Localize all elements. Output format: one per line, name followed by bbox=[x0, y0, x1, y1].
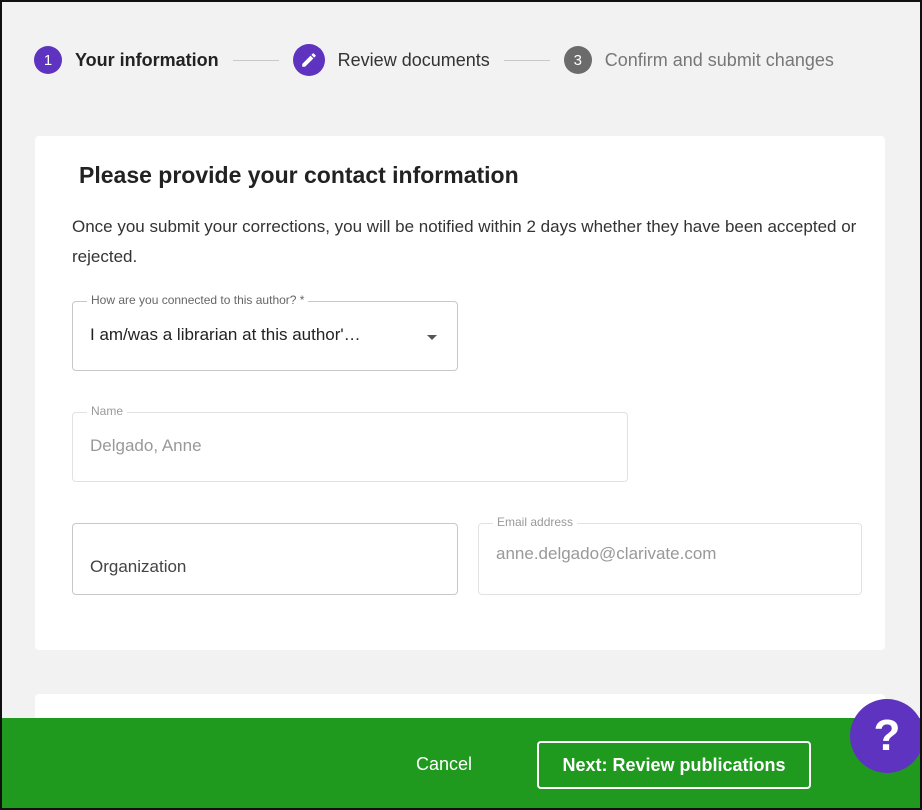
pencil-icon bbox=[292, 44, 325, 76]
help-button[interactable]: ? bbox=[850, 699, 920, 773]
card-description: Once you submit your corrections, you wi… bbox=[72, 217, 857, 266]
connection-select[interactable]: How are you connected to this author? * … bbox=[72, 293, 458, 371]
email-field-value: anne.delgado@clarivate.com bbox=[496, 544, 717, 563]
next-review-publications-button[interactable]: Next: Review publications bbox=[537, 741, 811, 789]
connection-select-label: How are you connected to this author? * bbox=[87, 293, 309, 307]
cancel-button[interactable]: Cancel bbox=[416, 754, 472, 775]
email-field[interactable]: Email address anne.delgado@clarivate.com bbox=[478, 515, 862, 595]
progress-stepper: 1 Your information Review documents 3 Co… bbox=[34, 42, 834, 78]
name-field-label: Name bbox=[87, 404, 128, 418]
step-connector bbox=[232, 59, 279, 61]
dropdown-arrow-icon bbox=[427, 335, 437, 340]
step-2-label: Review documents bbox=[337, 49, 490, 70]
step-3-label: Confirm and submit changes bbox=[604, 49, 834, 70]
name-field-value: Delgado, Anne bbox=[90, 436, 202, 455]
step-connector bbox=[503, 59, 550, 61]
organization-field[interactable]: Organization bbox=[72, 523, 458, 595]
page-frame: 1 Your information Review documents 3 Co… bbox=[0, 0, 922, 810]
contact-info-card: Please provide your contact information … bbox=[35, 136, 885, 650]
email-field-label: Email address bbox=[493, 515, 578, 529]
step-your-information[interactable]: 1 Your information bbox=[34, 46, 219, 74]
step-3-marker: 3 bbox=[563, 46, 592, 74]
name-field[interactable]: Name Delgado, Anne bbox=[72, 404, 628, 482]
step-confirm-submit[interactable]: 3 Confirm and submit changes bbox=[563, 46, 834, 74]
step-review-documents[interactable]: Review documents bbox=[292, 44, 490, 76]
step-1-marker: 1 bbox=[34, 46, 62, 74]
connection-select-value: I am/was a librarian at this author'… bbox=[90, 325, 361, 344]
step-1-label: Your information bbox=[75, 49, 219, 70]
action-bar: Cancel Next: Review publications bbox=[2, 718, 920, 808]
question-mark-icon: ? bbox=[873, 711, 901, 760]
organization-field-placeholder: Organization bbox=[90, 557, 187, 576]
card-heading: Please provide your contact information bbox=[79, 162, 519, 188]
